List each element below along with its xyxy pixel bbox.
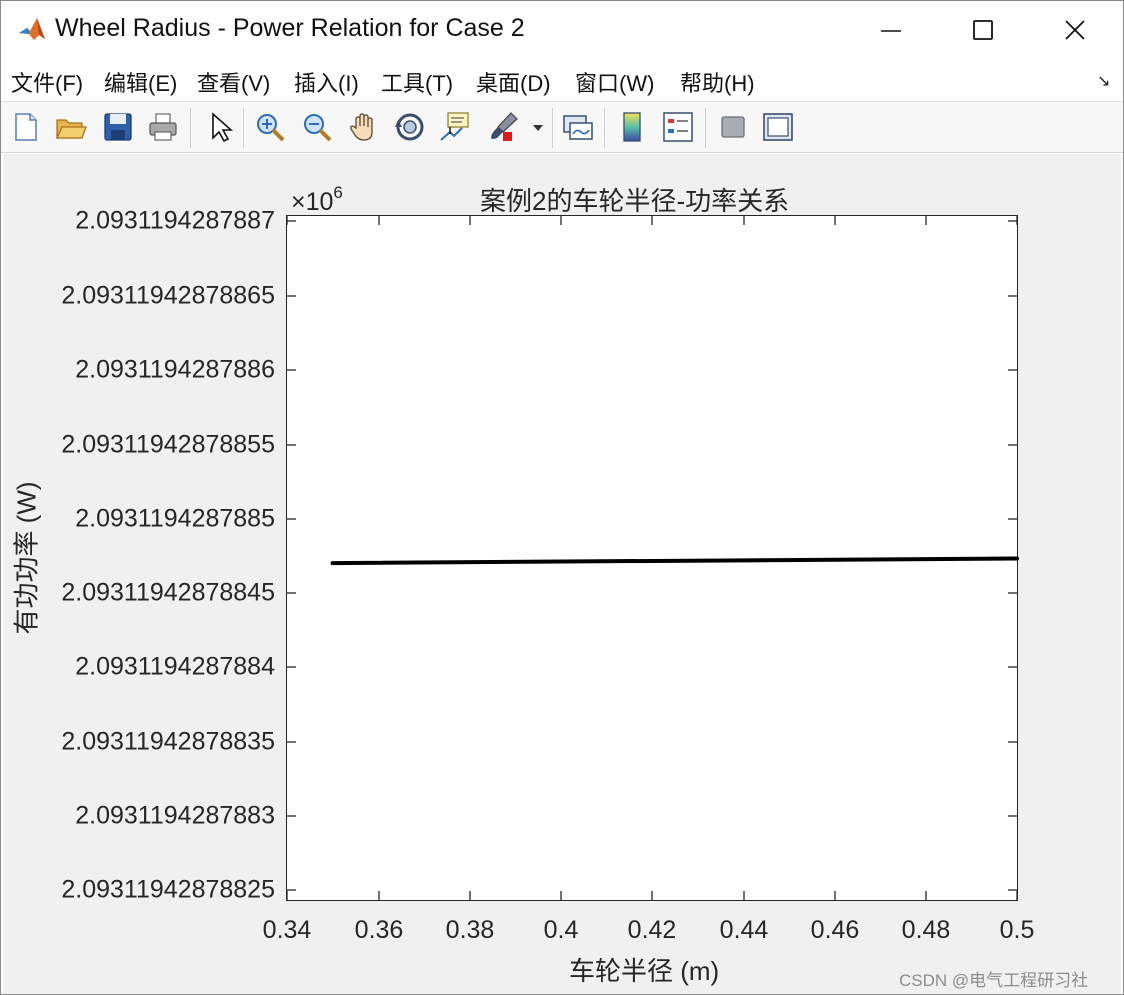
x-tick-label: 0.38 — [445, 916, 495, 944]
figure-window: Wheel Radius - Power Relation for Case 2… — [0, 0, 1124, 995]
x-axis-label: 车轮半径 (m) — [569, 956, 720, 986]
x-tick-label: 0.46 — [810, 916, 860, 944]
y-tick-label: 2.0931194287887 — [75, 206, 275, 235]
x-tick-label: 0.4 — [543, 916, 579, 944]
y-tick-label: 2.09311942878835 — [61, 727, 275, 756]
x-tick-label: 0.34 — [262, 916, 312, 944]
chart-title: 案例2的车轮半径-功率关系 — [480, 186, 790, 216]
x-tick-label: 0.48 — [901, 916, 951, 944]
y-tick-label: 2.0931194287885 — [75, 504, 275, 533]
y-tick-label: 2.09311942878845 — [61, 578, 275, 607]
series-line — [330, 556, 1019, 566]
y-tick-label: 2.09311942878825 — [61, 875, 275, 904]
y-tick-label: 2.09311942878855 — [61, 430, 275, 459]
y-tick-label: 2.0931194287886 — [75, 355, 275, 384]
y-tick-label: 2.0931194287883 — [75, 801, 275, 830]
plot-layer — [286, 216, 1019, 900]
x-tick-label: 0.44 — [719, 916, 769, 944]
x-tick-label: 0.5 — [999, 916, 1035, 944]
watermark: CSDN @电气工程研习社 — [899, 971, 1089, 990]
y-exponent-label: ×106 — [291, 183, 343, 216]
x-tick-label: 0.36 — [354, 916, 404, 944]
x-tick-label: 0.42 — [627, 916, 677, 944]
y-tick-label: 2.0931194287884 — [75, 652, 275, 681]
y-axis-label: 有功功率 (W) — [11, 481, 42, 635]
y-tick-label: 2.09311942878865 — [61, 281, 275, 310]
